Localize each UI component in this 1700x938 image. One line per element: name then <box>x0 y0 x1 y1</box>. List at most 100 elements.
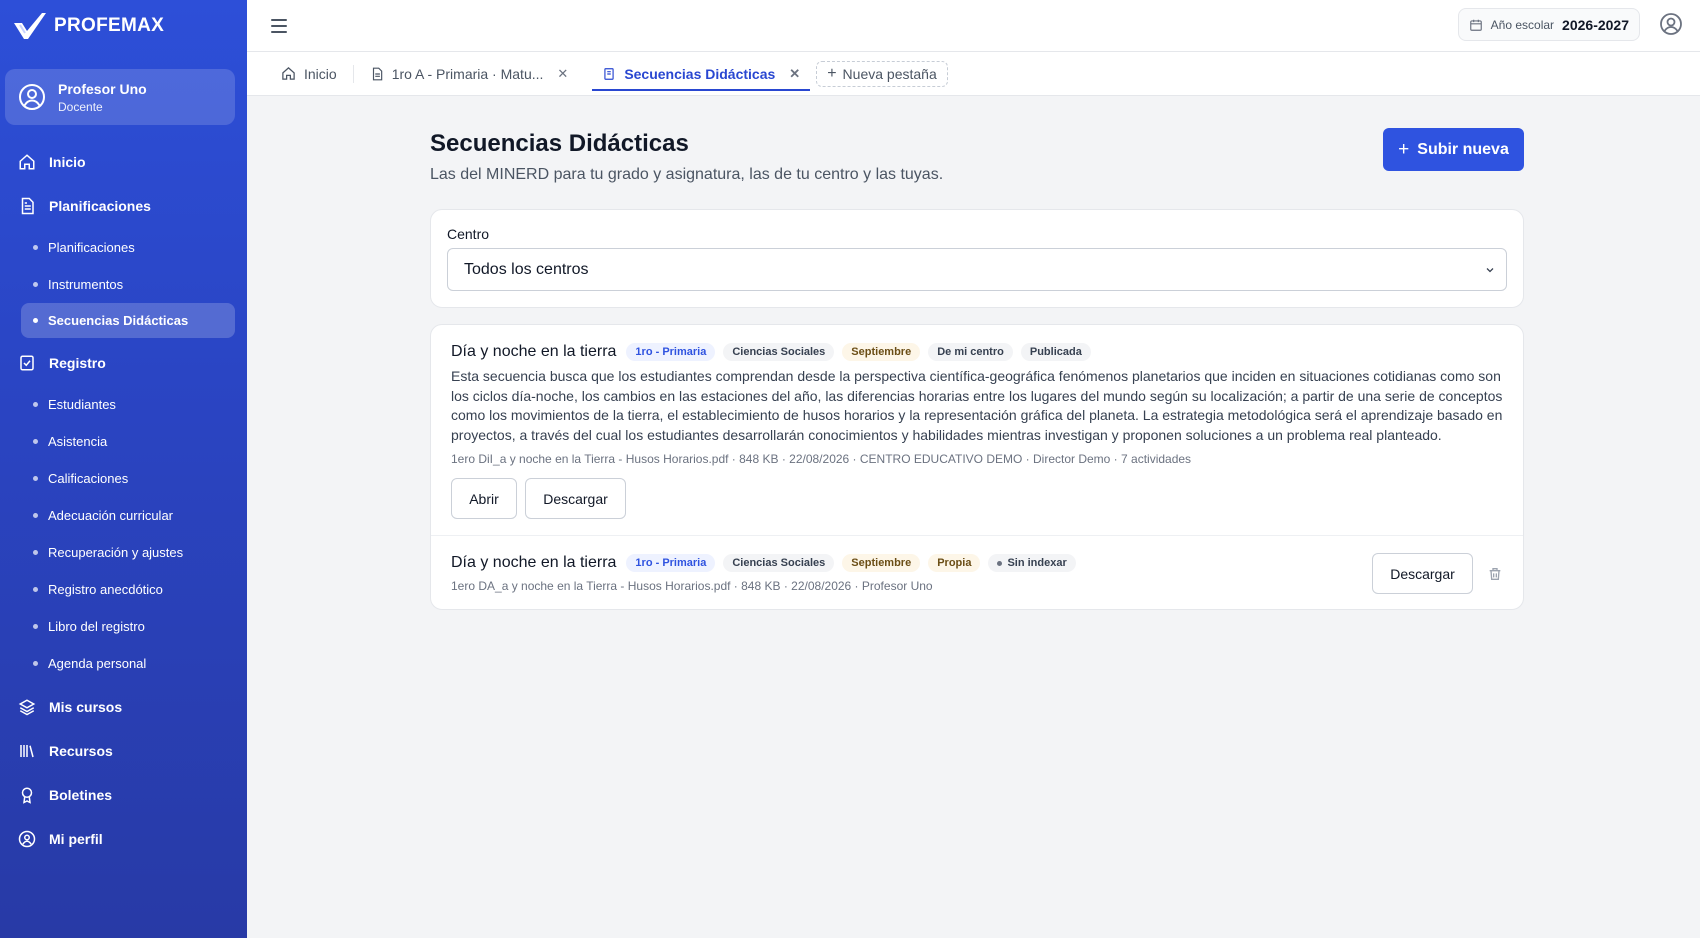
center-select[interactable]: Todos los centros <box>447 248 1507 291</box>
tab-inicio[interactable]: Inicio <box>271 52 347 96</box>
brand[interactable]: PROFEMAX <box>0 0 247 52</box>
subject-badge: Ciencias Sociales <box>723 554 835 573</box>
sidebar-item-recursos[interactable]: Recursos <box>0 729 247 773</box>
tab-secuencias[interactable]: Secuencias Didácticas ✕ <box>592 52 811 96</box>
filter-card: Centro Todos los centros <box>430 209 1524 308</box>
close-tab-icon[interactable]: ✕ <box>789 66 800 82</box>
sidebar-item-boletines[interactable]: Boletines <box>0 773 247 817</box>
user-role: Docente <box>58 99 103 114</box>
sidebar-subitem-recuperacion[interactable]: Recuperación y ajustes <box>0 534 235 571</box>
sidebar-item-mis-cursos[interactable]: Mis cursos <box>0 685 247 729</box>
calendar-icon <box>1469 19 1482 31</box>
center-select-value: Todos los centros <box>464 260 589 278</box>
home-icon <box>282 67 295 80</box>
list-item: Día y noche en la tierra 1ro - Primaria … <box>431 535 1523 609</box>
item-meta: 1ero DiI_a y noche en la Tierra - Husos … <box>451 452 1192 467</box>
home-icon <box>19 154 35 170</box>
planificaciones-submenu: Planificaciones Instrumentos Secuencias … <box>0 228 247 341</box>
user-avatar-icon <box>19 84 45 110</box>
download-button[interactable]: Descargar <box>525 478 626 520</box>
sidebar: PROFEMAX Profesor Uno Docente Inicio Pla… <box>0 0 247 938</box>
bullet-dot <box>33 476 38 481</box>
bullet-dot <box>33 550 38 555</box>
user-circle-icon <box>18 830 36 848</box>
user-account-icon[interactable] <box>1659 12 1683 36</box>
sidebar-subitem-label: Recuperación y ajustes <box>48 545 184 560</box>
sidebar-item-planificaciones[interactable]: Planificaciones <box>0 184 247 228</box>
status-badge: Publicada <box>1020 343 1091 361</box>
sidebar-subitem-calificaciones[interactable]: Calificaciones <box>0 460 235 497</box>
sidebar-subitem-label: Instrumentos <box>48 277 124 292</box>
status-dot <box>997 560 1003 566</box>
upload-new-button[interactable]: + Subir nueva <box>1383 128 1524 171</box>
sidebar-item-inicio[interactable]: Inicio <box>0 140 247 184</box>
tab-bar: Inicio 1ro A - Primaria · Matu... ✕ Secu… <box>247 52 1700 96</box>
open-button[interactable]: Abrir <box>451 478 517 520</box>
sidebar-item-registro[interactable]: Registro <box>0 341 247 385</box>
trash-icon[interactable] <box>1487 566 1503 582</box>
topbar: Año escolar 2026-2027 <box>247 0 1700 52</box>
sidebar-item-label: Mis cursos <box>49 699 123 715</box>
chevron-down-icon <box>1486 267 1494 272</box>
school-year-label: Año escolar <box>1490 17 1555 32</box>
grade-badge: 1ro - Primaria <box>626 554 716 573</box>
sidebar-subitem-libro[interactable]: Libro del registro <box>0 608 235 645</box>
library-icon <box>20 745 34 758</box>
sidebar-subitem-asistencia[interactable]: Asistencia <box>0 423 235 460</box>
bullet-dot <box>33 513 38 518</box>
sidebar-subitem-planificaciones[interactable]: Planificaciones <box>0 229 235 266</box>
school-year-value: 2026-2027 <box>1562 16 1629 33</box>
brand-name: PROFEMAX <box>54 15 165 36</box>
close-tab-icon[interactable]: ✕ <box>557 66 568 82</box>
list-item: Día y noche en la tierra 1ro - Primaria … <box>431 325 1523 535</box>
plus-icon: + <box>1398 138 1410 160</box>
bullet-dot <box>33 661 38 666</box>
new-tab-label: Nueva pestaña <box>842 65 937 82</box>
sidebar-subitem-estudiantes[interactable]: Estudiantes <box>0 386 235 423</box>
sidebar-item-mi-perfil[interactable]: Mi perfil <box>0 817 247 861</box>
check-square-icon <box>20 355 34 371</box>
school-year-selector[interactable]: Año escolar 2026-2027 <box>1457 8 1640 41</box>
sidebar-subitem-adecuacion[interactable]: Adecuación curricular <box>0 497 235 534</box>
document-icon <box>372 67 382 80</box>
sidebar-subitem-label: Estudiantes <box>48 397 116 412</box>
sidebar-subitem-label: Agenda personal <box>48 656 147 671</box>
sidebar-item-label: Recursos <box>49 743 113 759</box>
source-badge: De mi centro <box>928 343 1013 361</box>
sidebar-subitem-secuencias[interactable]: Secuencias Didácticas <box>21 303 235 338</box>
menu-toggle-icon[interactable] <box>271 18 287 33</box>
item-description: Esta secuencia busca que los estudiantes… <box>451 368 1503 443</box>
sidebar-item-label: Registro <box>49 355 106 371</box>
sidebar-subitem-label: Libro del registro <box>48 619 145 634</box>
logo-check-icon <box>14 13 46 39</box>
center-filter-label: Centro <box>447 226 490 242</box>
sidebar-subitem-agenda[interactable]: Agenda personal <box>0 645 235 682</box>
sidebar-subitem-label: Registro anecdótico <box>48 582 163 597</box>
sidebar-subitem-label: Calificaciones <box>48 471 129 486</box>
sidebar-subitem-instrumentos[interactable]: Instrumentos <box>0 266 235 303</box>
sidebar-item-label: Planificaciones <box>49 198 151 214</box>
tab-course[interactable]: 1ro A - Primaria · Matu... ✕ <box>360 52 579 96</box>
item-meta: 1ero DA_a y noche en la Tierra - Husos H… <box>451 579 933 594</box>
sidebar-subitem-anecdotico[interactable]: Registro anecdótico <box>0 571 235 608</box>
month-badge: Septiembre <box>842 343 921 361</box>
sidebar-item-label: Inicio <box>49 154 86 170</box>
document-icon <box>21 197 34 215</box>
bullet-dot <box>33 587 38 592</box>
month-badge: Septiembre <box>842 554 921 573</box>
bullet-dot <box>33 402 38 407</box>
page-subtitle: Las del MINERD para tu grado y asignatur… <box>430 166 944 183</box>
bullet-dot <box>33 245 38 250</box>
award-icon <box>21 787 33 804</box>
new-tab-button[interactable]: + Nueva pestaña <box>816 60 948 87</box>
bullet-dot <box>33 624 38 629</box>
tab-divider <box>352 64 354 83</box>
index-status-badge: Sin indexar <box>988 554 1076 573</box>
user-profile-card[interactable]: Profesor Uno Docente <box>5 69 235 125</box>
tab-label: 1ro A - Primaria · Matu... <box>391 65 544 82</box>
index-status-label: Sin indexar <box>1007 557 1067 570</box>
download-button[interactable]: Descargar <box>1372 553 1473 595</box>
item-title: Día y noche en la tierra <box>451 343 617 360</box>
sidebar-item-label: Boletines <box>49 787 113 803</box>
bullet-dot <box>33 439 38 444</box>
